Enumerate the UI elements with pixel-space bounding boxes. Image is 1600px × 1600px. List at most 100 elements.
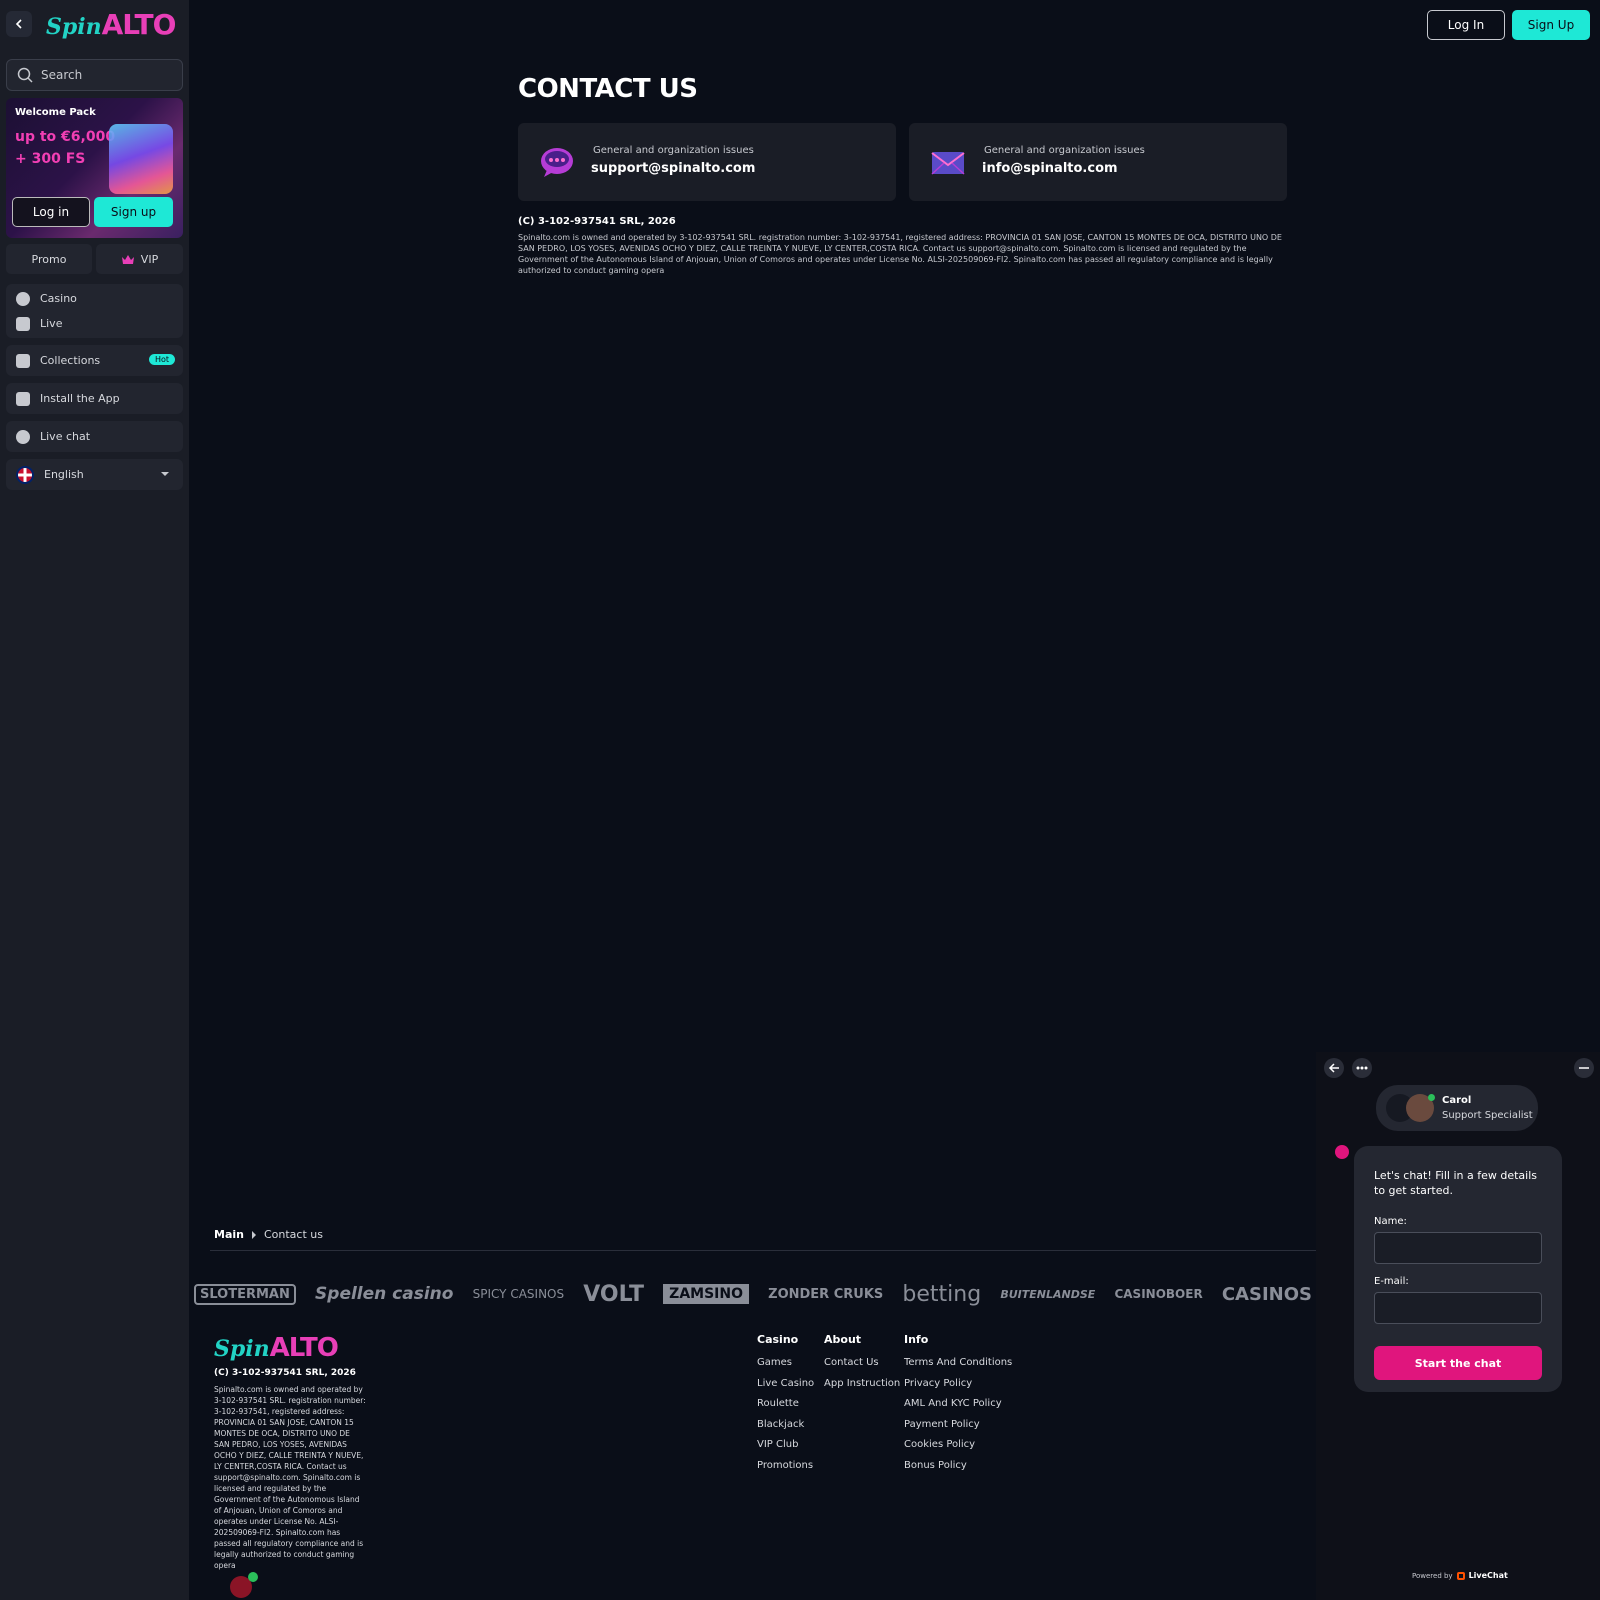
footer-heading: About xyxy=(824,1333,862,1346)
contact-label: General and organization issues xyxy=(984,145,1145,156)
prechat-form: Let's chat! Fill in a few details to get… xyxy=(1354,1146,1562,1392)
online-status-icon xyxy=(1428,1094,1435,1101)
sidebar-item-label: Collections xyxy=(40,354,101,367)
legal-text: Spinalto.com is owned and operated by 3-… xyxy=(518,233,1282,275)
footer-link[interactable]: AML And KYC Policy xyxy=(904,1398,1012,1419)
search-input[interactable]: Search xyxy=(6,59,183,91)
partner-logo[interactable]: CASINOS xyxy=(1222,1284,1312,1305)
footer-link[interactable]: Privacy Policy xyxy=(904,1378,1012,1399)
sidebar-item-collections[interactable]: Collections Hot xyxy=(6,345,183,376)
chat-intro-text: Let's chat! Fill in a few details to get… xyxy=(1374,1169,1537,1197)
partner-logo[interactable]: SPICY CASINOS xyxy=(473,1287,565,1301)
copyright-text: (C) 3-102-937541 SRL, 2026 xyxy=(518,216,676,227)
footer-heading: Info xyxy=(904,1333,929,1346)
start-chat-button[interactable]: Start the chat xyxy=(1374,1346,1542,1380)
arrow-left-icon xyxy=(1328,1063,1339,1073)
footer-link[interactable]: Blackjack xyxy=(757,1419,814,1440)
brand-logo[interactable]: SpinALTO xyxy=(46,8,177,41)
footer-link[interactable]: Bonus Policy xyxy=(904,1460,1012,1481)
footer-column-info: Info Terms And Conditions Privacy Policy… xyxy=(904,1333,1012,1480)
license-seal-icon[interactable] xyxy=(230,1572,258,1598)
sidebar-item-label: Live xyxy=(40,317,63,330)
footer-link[interactable]: Payment Policy xyxy=(904,1419,1012,1440)
puzzle-icon xyxy=(16,353,30,368)
chat-back-button[interactable] xyxy=(1324,1058,1344,1078)
partner-logo[interactable]: ZAMSINO xyxy=(663,1284,749,1304)
uk-flag-icon xyxy=(16,465,34,484)
contact-email[interactable]: support@spinalto.com xyxy=(591,161,755,176)
footer-column-about: About Contact Us App Instruction xyxy=(824,1333,900,1398)
logo-alto-text: ALTO xyxy=(101,8,177,41)
email-input[interactable] xyxy=(1374,1292,1542,1324)
promo-button[interactable]: Promo xyxy=(6,244,92,274)
welcome-line-2: + 300 FS xyxy=(15,151,86,167)
welcome-pack-amount: up to €6,000 + 300 FS xyxy=(15,126,115,170)
breadcrumb-current: Contact us xyxy=(263,1228,323,1241)
partner-logo[interactable]: betting xyxy=(902,1282,981,1307)
footer-link[interactable]: Promotions xyxy=(757,1460,814,1481)
footer-link[interactable]: Cookies Policy xyxy=(904,1439,1012,1460)
welcome-signup-button[interactable]: Sign up xyxy=(94,197,173,227)
contact-email[interactable]: info@spinalto.com xyxy=(982,161,1118,176)
chat-minimize-button[interactable] xyxy=(1574,1058,1594,1078)
footer-link[interactable]: Terms And Conditions xyxy=(904,1357,1012,1378)
breadcrumb: Main Contact us xyxy=(214,1228,323,1241)
footer-link[interactable]: Games xyxy=(757,1357,814,1378)
footer-link[interactable]: Roulette xyxy=(757,1398,814,1419)
sidebar-item-live-chat[interactable]: Live chat xyxy=(6,421,183,452)
sidebar-item-label: Casino xyxy=(40,292,77,305)
sidebar-item-live[interactable]: Live xyxy=(6,311,183,336)
partner-logo[interactable]: VOLT xyxy=(583,1282,644,1307)
footer-link[interactable]: Live Casino xyxy=(757,1378,814,1399)
footer-link[interactable]: VIP Club xyxy=(757,1439,814,1460)
promo-label: Promo xyxy=(31,252,67,266)
chevron-down-icon xyxy=(161,472,169,476)
language-row: English xyxy=(6,462,183,487)
dice-icon xyxy=(16,316,30,331)
chevron-right-icon xyxy=(251,1230,256,1239)
page-title: CONTACT US xyxy=(518,74,698,104)
header-login-button[interactable]: Log In xyxy=(1427,10,1505,40)
welcome-line-1: up to €6,000 xyxy=(15,129,116,145)
vip-label: VIP xyxy=(140,252,159,266)
footer-logo[interactable]: SpinALTO xyxy=(214,1333,339,1363)
chat-icon xyxy=(16,429,30,444)
welcome-login-button[interactable]: Log in xyxy=(12,197,90,227)
collapse-sidebar-button[interactable] xyxy=(6,11,32,37)
powered-by[interactable]: Powered by LiveChat xyxy=(1412,1571,1508,1580)
partner-logo[interactable]: Spellen casino xyxy=(315,1284,453,1304)
contact-label: General and organization issues xyxy=(593,145,754,156)
check-icon xyxy=(248,1572,258,1582)
partner-logo[interactable]: ZONDER CRUKS xyxy=(768,1287,883,1302)
logo-spin-text: Spin xyxy=(46,14,102,40)
envelope-icon xyxy=(931,152,965,175)
minimize-icon xyxy=(1579,1067,1589,1069)
partner-logo[interactable]: BUITENLANDSE xyxy=(1000,1288,1095,1301)
contact-card-support[interactable]: General and organization issues support@… xyxy=(518,123,896,201)
ice-cube-image xyxy=(109,124,173,194)
partner-logo[interactable]: CASINOBOER xyxy=(1114,1287,1202,1301)
partner-logo[interactable]: SLOTERMAN xyxy=(194,1283,296,1305)
search-placeholder: Search xyxy=(41,68,83,82)
powered-by-label: Powered by xyxy=(1412,1571,1453,1580)
name-input[interactable] xyxy=(1374,1232,1542,1264)
vip-button[interactable]: VIP xyxy=(96,244,183,274)
language-selector[interactable]: English xyxy=(6,459,183,490)
chat-more-button[interactable] xyxy=(1352,1058,1372,1078)
contact-card-info[interactable]: General and organization issues info@spi… xyxy=(909,123,1287,201)
header-signup-button[interactable]: Sign Up xyxy=(1512,10,1590,40)
breadcrumb-main[interactable]: Main xyxy=(214,1228,244,1241)
install-app-row: Install the App xyxy=(6,386,183,411)
footer-link[interactable]: App Instruction xyxy=(824,1378,900,1399)
sidebar-item-label: Install the App xyxy=(40,392,120,405)
footer-link[interactable]: Contact Us xyxy=(824,1357,900,1378)
bot-avatar-icon xyxy=(1335,1145,1349,1159)
sidebar-item-casino[interactable]: Casino xyxy=(6,286,183,311)
collections-row: Collections Hot xyxy=(6,348,183,373)
powered-by-brand: LiveChat xyxy=(1468,1571,1508,1580)
sidebar-item-install-app[interactable]: Install the App xyxy=(6,383,183,414)
footer-legal-text: Spinalto.com is owned and operated by 3-… xyxy=(214,1385,366,1570)
email-label: E-mail: xyxy=(1374,1276,1409,1287)
live-chat-row: Live chat xyxy=(6,424,183,449)
footer-copyright: (C) 3-102-937541 SRL, 2026 xyxy=(214,1368,356,1378)
